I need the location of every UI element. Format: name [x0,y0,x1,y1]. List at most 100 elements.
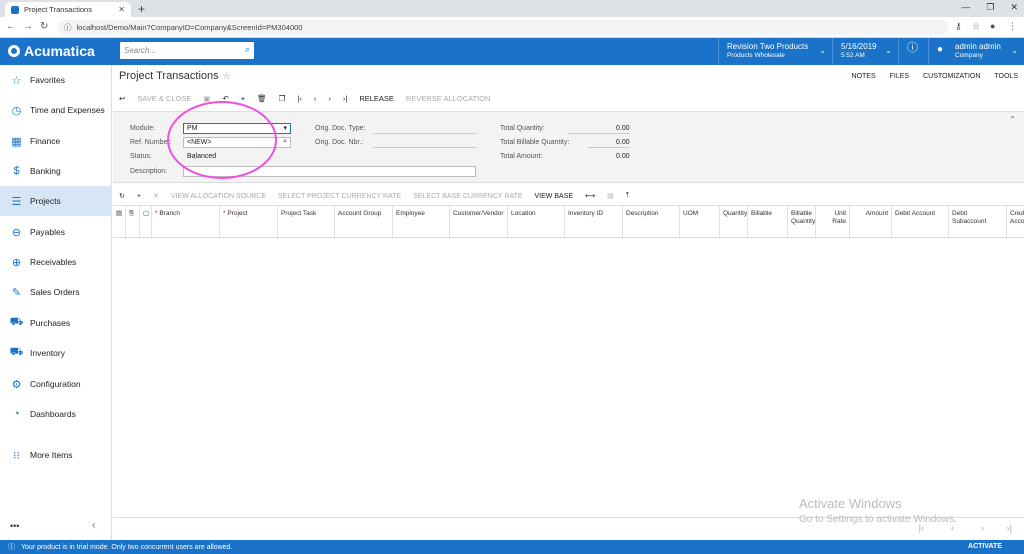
acumatica-logo[interactable]: Acumatica [8,43,95,59]
sidebar-item-banking[interactable]: $ Banking [0,156,112,186]
col-billable[interactable]: Billable [747,206,787,239]
activate-link[interactable]: ACTIVATE [968,543,1002,550]
col-inventory-id[interactable]: Inventory ID [564,206,622,239]
address-bar[interactable]: ⓘ localhost/Demo/Main?CompanyID=Company&… [58,20,948,35]
sidebar-item-finance[interactable]: ▦ Finance [0,126,112,156]
sidebar-item-dashboards[interactable]: ◔ Dashboards [0,399,112,429]
sidebar-item-time-expenses[interactable]: ◷ Time and Expenses [0,95,112,125]
minimize-icon[interactable]: — [961,2,970,13]
tools-link[interactable]: TOOLS [994,73,1018,80]
pager-last-icon[interactable]: ›| [1007,523,1012,533]
star-icon: ☆ [11,74,22,87]
col-credit-account[interactable]: Credit Account [1006,206,1024,239]
col-branch[interactable]: * Branch [151,206,219,239]
col-project[interactable]: * Project [219,206,277,239]
prev-record-icon[interactable]: ‹ [314,94,317,103]
more-dots-icon[interactable]: ••• [10,521,19,531]
total-billable-value: 0.00 [616,139,630,146]
sidebar-item-sales-orders[interactable]: ✎ Sales Orders [0,277,112,307]
menu-kebab-icon[interactable]: ⋮ [1008,21,1017,32]
col-employee[interactable]: Employee [392,206,449,239]
user-menu[interactable]: ● admin admin Company ⌄ [928,38,1024,65]
col-customer-vendor[interactable]: Customer/Vendor [449,206,507,239]
view-base-button[interactable]: VIEW BASE [535,193,574,200]
col-uom[interactable]: UOM [679,206,719,239]
col-quantity[interactable]: Quantity [719,206,747,239]
select-project-currency-rate-button[interactable]: SELECT PROJECT CURRENCY RATE [278,193,401,200]
sidebar-item-payables[interactable]: ⊖ Payables [0,217,112,247]
save-close-button[interactable]: SAVE & CLOSE [137,94,191,103]
activate-windows-sub: Go to Settings to activate Windows. [799,514,957,525]
select-base-currency-rate-button[interactable]: SELECT BASE CURRENCY RATE [413,193,522,200]
minus-circle-icon: ⊖ [11,226,22,239]
pager-next-icon[interactable]: › [981,523,984,533]
app-header: Acumatica Search... ⌕ Revision Two Produ… [0,38,1024,65]
lookup-icon[interactable]: ⌕ [283,138,287,146]
back-arrow-icon[interactable]: ↩ [119,94,125,103]
notes-link[interactable]: NOTES [852,73,876,80]
branch-selector[interactable]: Revision Two Products Products Wholesale… [718,38,832,65]
business-date[interactable]: 5/16/2019 5:52 AM ⌄ [832,38,898,65]
last-record-icon[interactable]: ›| [343,94,347,103]
copy-icon[interactable]: ❐ [279,94,286,103]
collapse-sidebar-icon[interactable]: ‹ [92,520,95,531]
projects-icon: ☰ [11,195,22,208]
col-project-task[interactable]: Project Task [277,206,334,239]
files-column-icon: ⎘ [125,206,139,239]
col-debit-subaccount[interactable]: Debit Subaccount [948,206,1006,239]
browser-tab[interactable]: Project Transactions ✕ [5,2,131,17]
next-record-icon[interactable]: › [328,94,331,103]
add-row-icon[interactable]: + [137,193,141,200]
total-quantity-label: Total Quantity: [500,125,545,132]
reverse-allocation-button[interactable]: REVERSE ALLOCATION [406,94,490,103]
description-label: Description: [130,168,167,175]
release-button[interactable]: RELEASE [359,94,394,103]
sidebar-item-more-items[interactable]: ⁝⁝ More Items [0,440,112,470]
favorite-star-icon[interactable]: ☆ [223,71,231,81]
total-amount-label: Total Amount: [500,153,543,160]
add-icon[interactable]: + [241,94,245,103]
reload-icon[interactable]: ↻ [40,21,48,32]
close-window-icon[interactable]: ✕ [1010,2,1018,13]
key-icon[interactable]: ⚷ [955,21,962,32]
customization-link[interactable]: CUSTOMIZATION [923,73,980,80]
sidebar-item-configuration[interactable]: ⚙ Configuration [0,369,112,399]
col-unit-rate[interactable]: Unit Rate [815,206,849,239]
close-tab-icon[interactable]: ✕ [118,5,125,14]
col-billable-quantity[interactable]: Billable Quantity [787,206,815,239]
profile-icon[interactable]: ● [990,21,995,31]
back-icon[interactable]: ← [6,21,16,32]
bookmark-star-icon[interactable]: ☆ [972,21,980,32]
restore-icon[interactable]: ❐ [986,2,994,13]
files-link[interactable]: FILES [890,73,909,80]
export-excel-icon[interactable]: ▤ [607,192,614,200]
col-description[interactable]: Description [622,206,679,239]
fit-columns-icon[interactable]: ⟷ [585,192,595,200]
global-search-input[interactable]: Search... ⌕ [120,42,254,59]
upload-icon[interactable]: ⤒ [626,192,629,200]
sidebar-item-favorites[interactable]: ☆ Favorites [0,65,112,95]
trial-message: Your product is in trial mode. Only two … [21,543,233,551]
refresh-icon[interactable]: ↻ [119,192,125,200]
delete-row-icon[interactable]: ✕ [153,192,159,200]
delete-icon[interactable]: 🗑 [257,94,267,103]
view-allocation-source-button[interactable]: VIEW ALLOCATION SOURCE [171,193,266,200]
sidebar-item-receivables[interactable]: ⊕ Receivables [0,247,112,277]
orig-doc-nbr-label: Orig. Doc. Nbr.: [315,139,364,146]
first-record-icon[interactable]: |‹ [297,94,301,103]
sidebar-item-inventory[interactable]: ⛟ Inventory [0,338,112,368]
col-amount[interactable]: Amount [849,206,891,239]
forward-icon[interactable]: → [23,21,33,32]
chevron-down-icon: ⌄ [1011,46,1018,55]
col-account-group[interactable]: Account Group [334,206,392,239]
collapse-panel-icon[interactable]: ⌃ [1009,115,1016,124]
search-icon[interactable]: ⌕ [245,44,250,55]
new-tab-icon[interactable]: + [138,2,145,16]
help-icon[interactable]: ⓘ [898,38,928,65]
sidebar-item-projects[interactable]: ☰ Projects [0,186,112,216]
col-location[interactable]: Location [507,206,564,239]
grid-toolbar: ↻ + ✕ VIEW ALLOCATION SOURCE SELECT PROJ… [119,189,629,203]
sidebar-item-purchases[interactable]: ⛟ Purchases [0,308,112,338]
col-debit-account[interactable]: Debit Account [891,206,948,239]
info-icon: ⓘ [64,23,72,32]
